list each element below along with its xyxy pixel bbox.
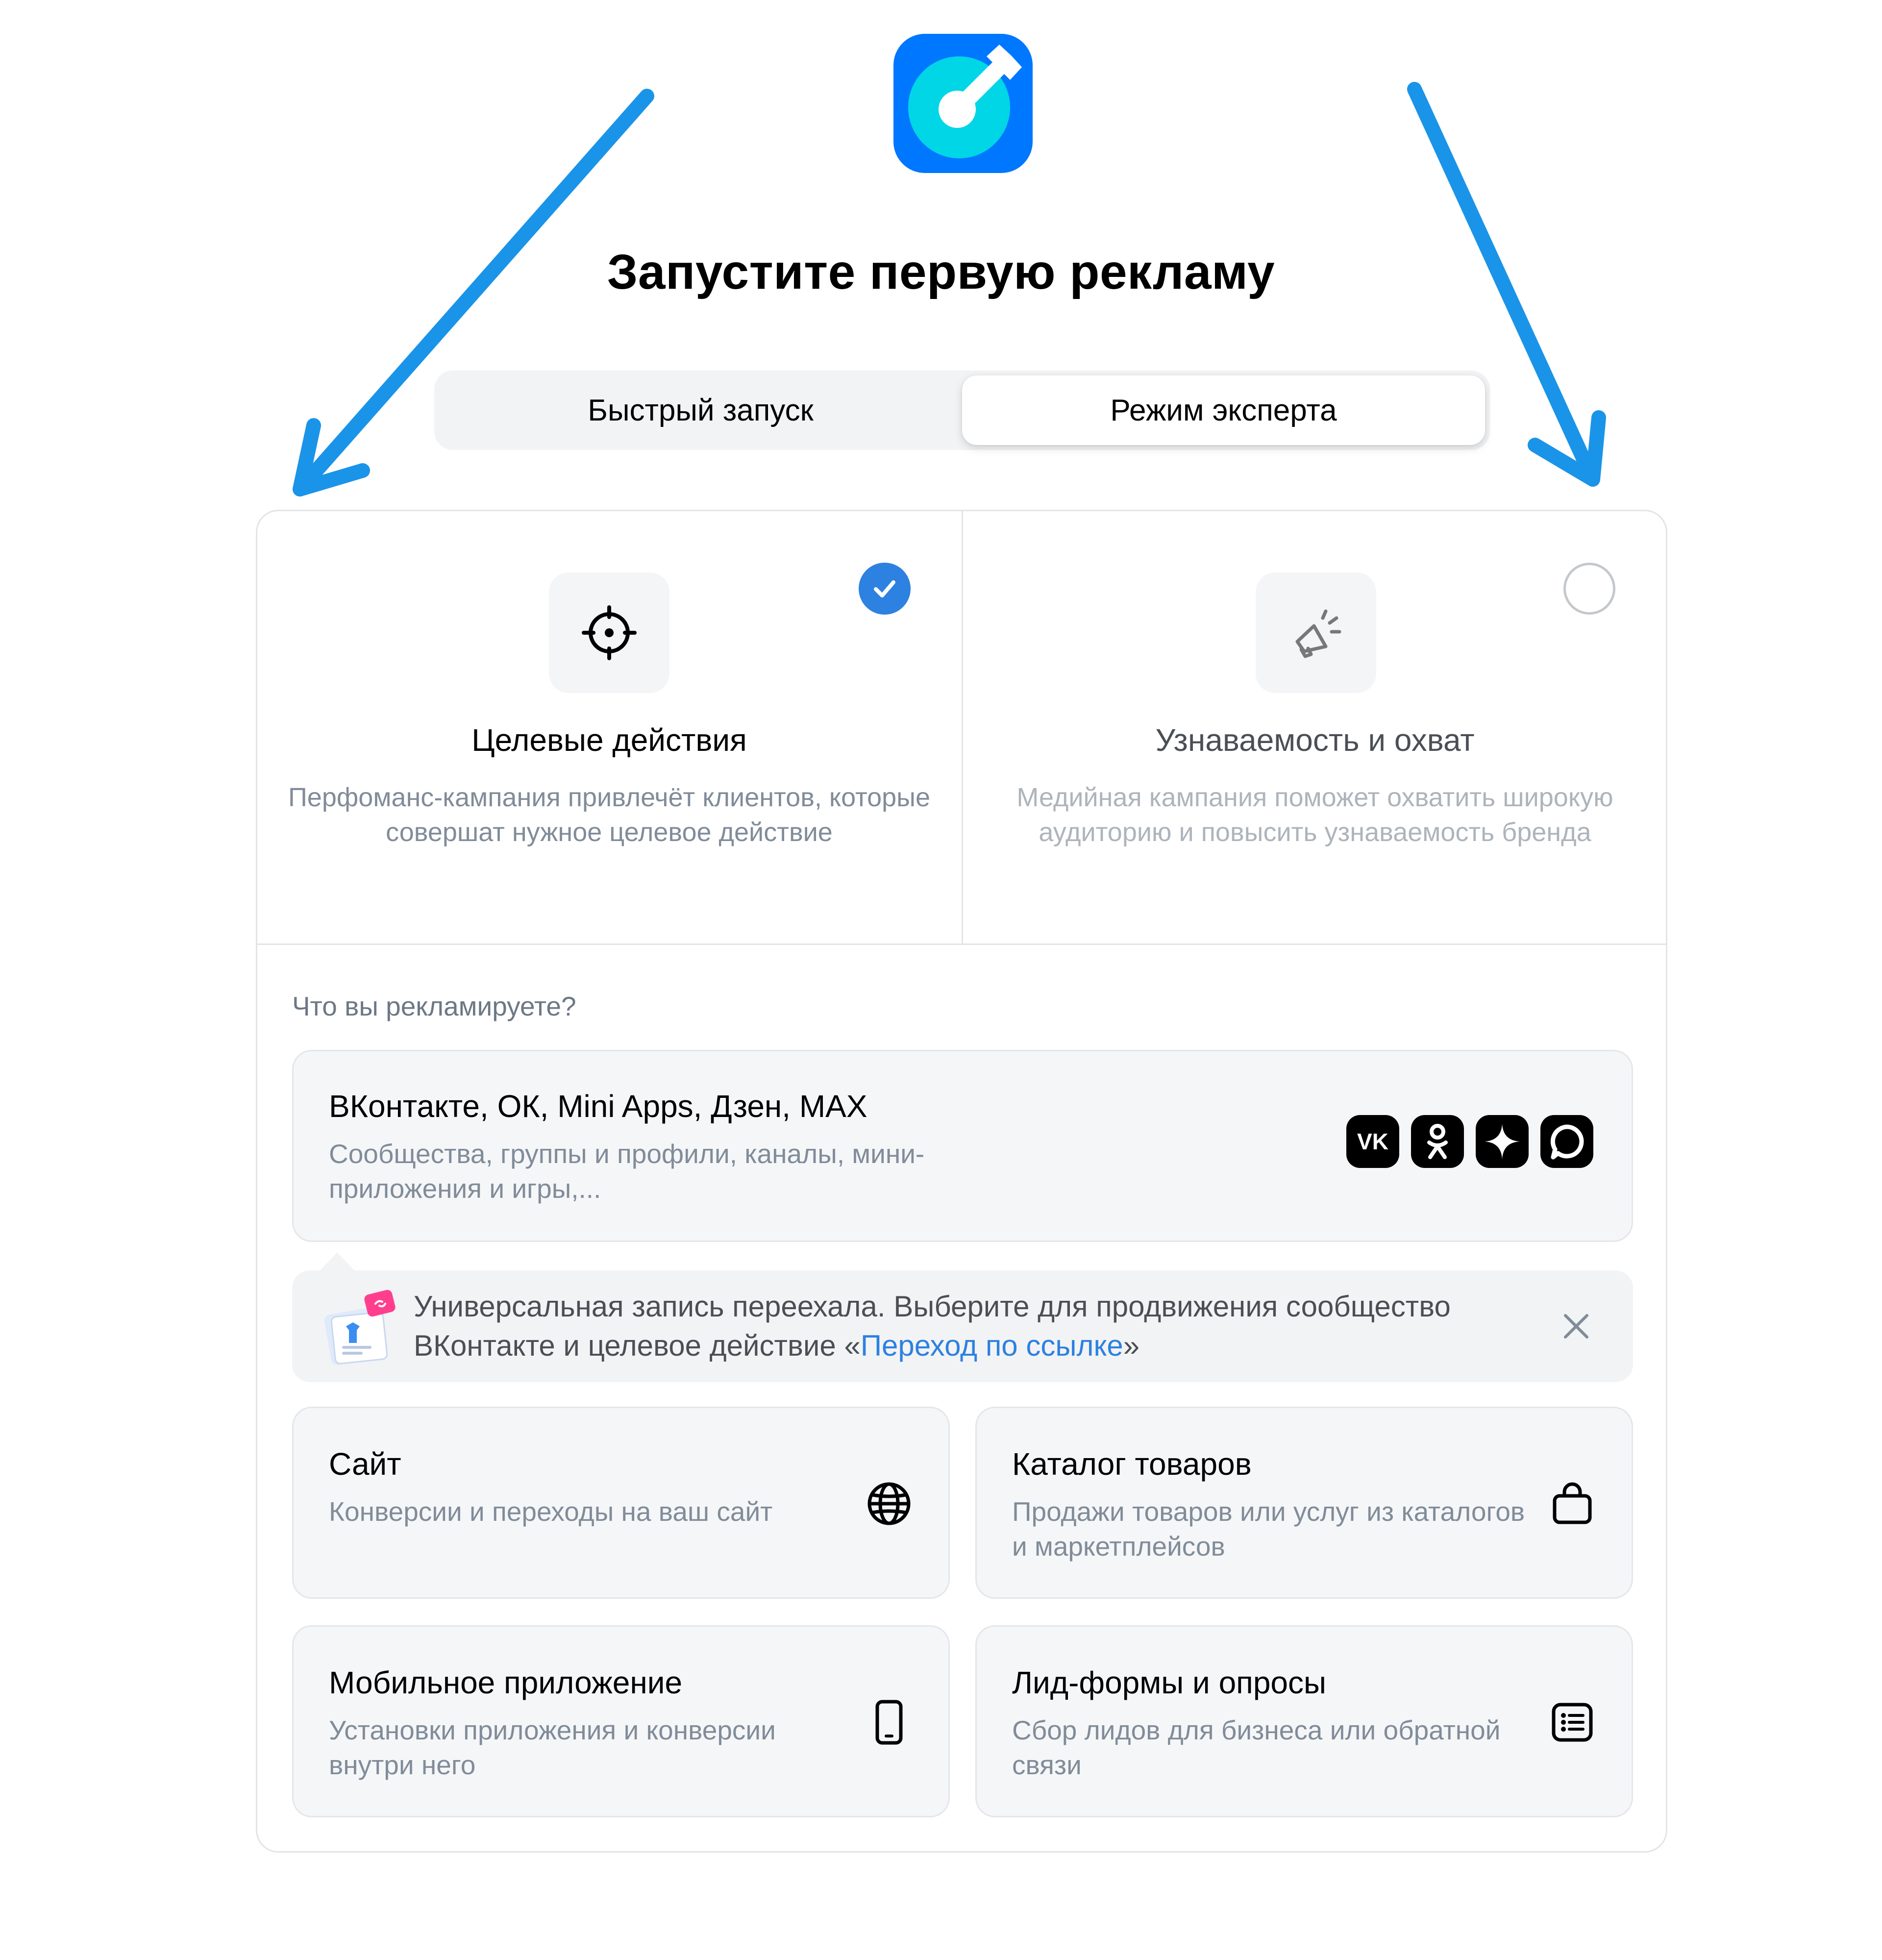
target-icon: [582, 605, 637, 660]
promote-question-label: Что вы рекламируете?: [292, 991, 576, 1021]
section-divider: [257, 943, 1666, 945]
globe-icon: [862, 1477, 916, 1531]
notice-link-follow[interactable]: Переход по ссылке: [861, 1329, 1123, 1362]
vk-icon: VK: [1346, 1115, 1399, 1168]
promote-option-catalog[interactable]: Каталог товаров Продажи товаров или услу…: [975, 1407, 1633, 1599]
option-title: Лид-формы и опросы: [1012, 1665, 1326, 1700]
checkmark-icon: [874, 580, 895, 597]
goal-title: Целевые действия: [471, 722, 747, 758]
dzen-icon: [1476, 1115, 1529, 1168]
option-description: Сбор лидов для бизнеса или обратной связ…: [1012, 1715, 1501, 1780]
ok-icon: [1411, 1115, 1464, 1168]
notice-text-end: »: [1123, 1329, 1140, 1362]
option-title: Мобильное приложение: [329, 1665, 683, 1700]
goal-selected-checkbox[interactable]: [859, 563, 911, 615]
goal-description: Перфоманс-кампания привлечёт клиентов, к…: [288, 783, 931, 847]
max-icon: [1540, 1115, 1593, 1168]
promote-option-vk-ecosystem[interactable]: ВКонтакте, ОК, Mini Apps, Дзен, MAX Сооб…: [292, 1050, 1633, 1242]
promote-option-site[interactable]: Сайт Конверсии и переходы на ваш сайт: [292, 1407, 950, 1599]
notice-pointer: [319, 1252, 356, 1272]
option-description: Установки приложения и конверсии внутри …: [329, 1715, 776, 1780]
smartphone-icon: [862, 1695, 916, 1749]
megaphone-icon: [1295, 609, 1341, 658]
option-title: ВКонтакте, ОК, Mini Apps, Дзен, MAX: [329, 1089, 867, 1124]
shopping-bag-icon: [1545, 1477, 1599, 1531]
option-title: Каталог товаров: [1012, 1446, 1252, 1482]
promote-option-lead-forms[interactable]: Лид-формы и опросы Сбор лидов для бизнес…: [975, 1625, 1633, 1817]
mode-switch: Быстрый запуск Режим эксперта: [434, 371, 1490, 450]
svg-text:VK: VK: [1357, 1129, 1388, 1154]
tab-expert-mode[interactable]: Режим эксперта: [962, 375, 1485, 445]
list-icon: [1545, 1695, 1599, 1749]
goal-icon-box: [1256, 572, 1376, 693]
close-icon[interactable]: [1557, 1307, 1596, 1346]
post-illustration-icon: [321, 1285, 399, 1368]
tab-quick-launch[interactable]: Быстрый запуск: [439, 375, 962, 445]
option-title: Сайт: [329, 1446, 401, 1482]
option-description: Конверсии и переходы на ваш сайт: [329, 1496, 773, 1527]
migration-notice: Универсальная запись переехала. Выберите…: [292, 1270, 1633, 1382]
goal-icon-box: [549, 572, 669, 693]
goal-radio-button[interactable]: [1563, 563, 1615, 615]
page-title: Запустите первую рекламу: [607, 245, 1275, 299]
option-description: Сообщества, группы и профили, каналы, ми…: [329, 1139, 925, 1204]
goal-description: Медийная кампания поможет охватить широк…: [1016, 783, 1613, 847]
notice-text: Универсальная запись переехала. Выберите…: [414, 1287, 1541, 1365]
option-description: Продажи товаров или услуг из каталогов и…: [1012, 1496, 1525, 1562]
promote-option-mobile-app[interactable]: Мобильное приложение Установки приложени…: [292, 1625, 950, 1817]
goal-title: Узнаваемость и охват: [1155, 722, 1475, 758]
